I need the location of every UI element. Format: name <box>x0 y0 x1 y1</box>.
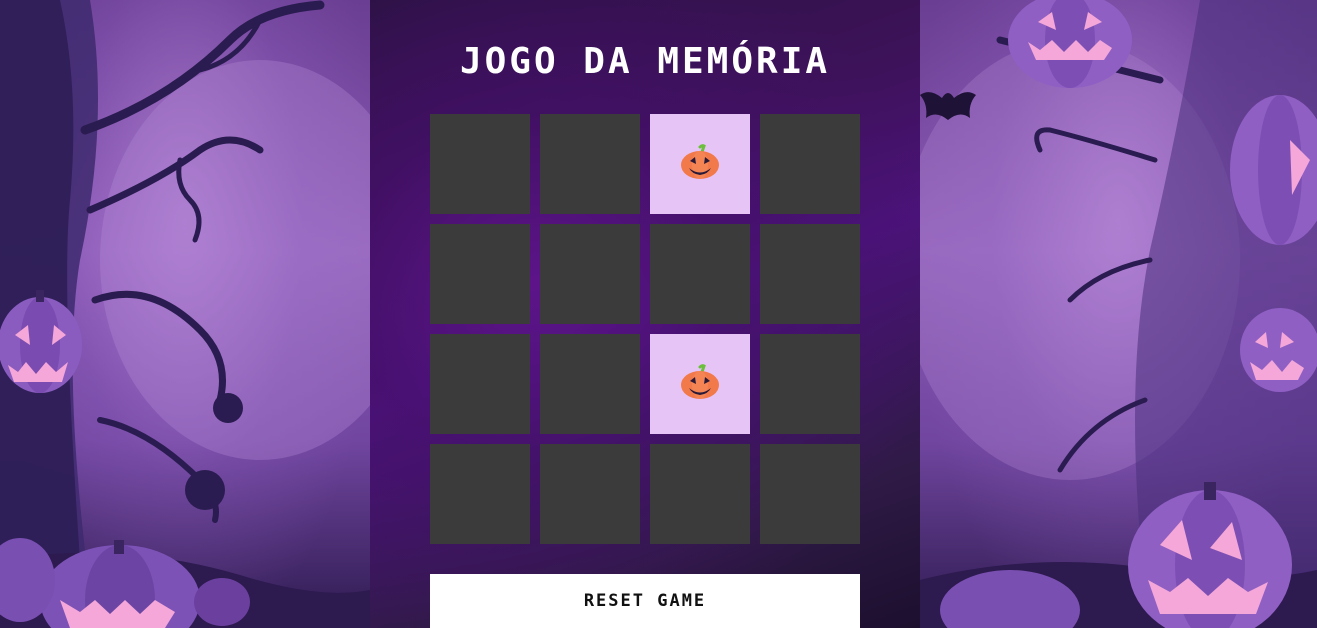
game-panel: JOGO DA MEMÓRIA RESET GAME <box>370 0 920 628</box>
pumpkin-left-4 <box>194 578 250 626</box>
memory-card[interactable] <box>540 444 640 544</box>
pumpkin-right-small <box>1240 308 1317 392</box>
memory-card[interactable] <box>430 444 530 544</box>
card-face <box>680 144 720 184</box>
card-grid <box>430 114 860 544</box>
memory-card[interactable] <box>430 224 530 324</box>
memory-card[interactable] <box>430 334 530 434</box>
game-title: JOGO DA MEMÓRIA <box>459 41 831 82</box>
memory-card[interactable] <box>650 444 750 544</box>
memory-card[interactable] <box>540 114 640 214</box>
left-background-scene <box>0 0 370 628</box>
memory-card[interactable] <box>760 334 860 434</box>
memory-card[interactable] <box>650 334 750 434</box>
pumpkin-icon <box>681 364 719 399</box>
memory-card[interactable] <box>540 224 640 324</box>
memory-card[interactable] <box>540 334 640 434</box>
right-background-scene <box>920 0 1317 628</box>
pumpkin-icon <box>681 144 719 179</box>
card-face <box>680 364 720 404</box>
reset-game-button[interactable]: RESET GAME <box>430 574 860 628</box>
memory-card[interactable] <box>760 444 860 544</box>
spooky-tree-right-icon <box>920 0 1317 628</box>
memory-card[interactable] <box>650 224 750 324</box>
bat-icon <box>920 92 976 120</box>
memory-card[interactable] <box>650 114 750 214</box>
memory-card[interactable] <box>760 114 860 214</box>
spooky-tree-left-icon <box>0 0 370 628</box>
memory-card[interactable] <box>430 114 530 214</box>
memory-card[interactable] <box>760 224 860 324</box>
